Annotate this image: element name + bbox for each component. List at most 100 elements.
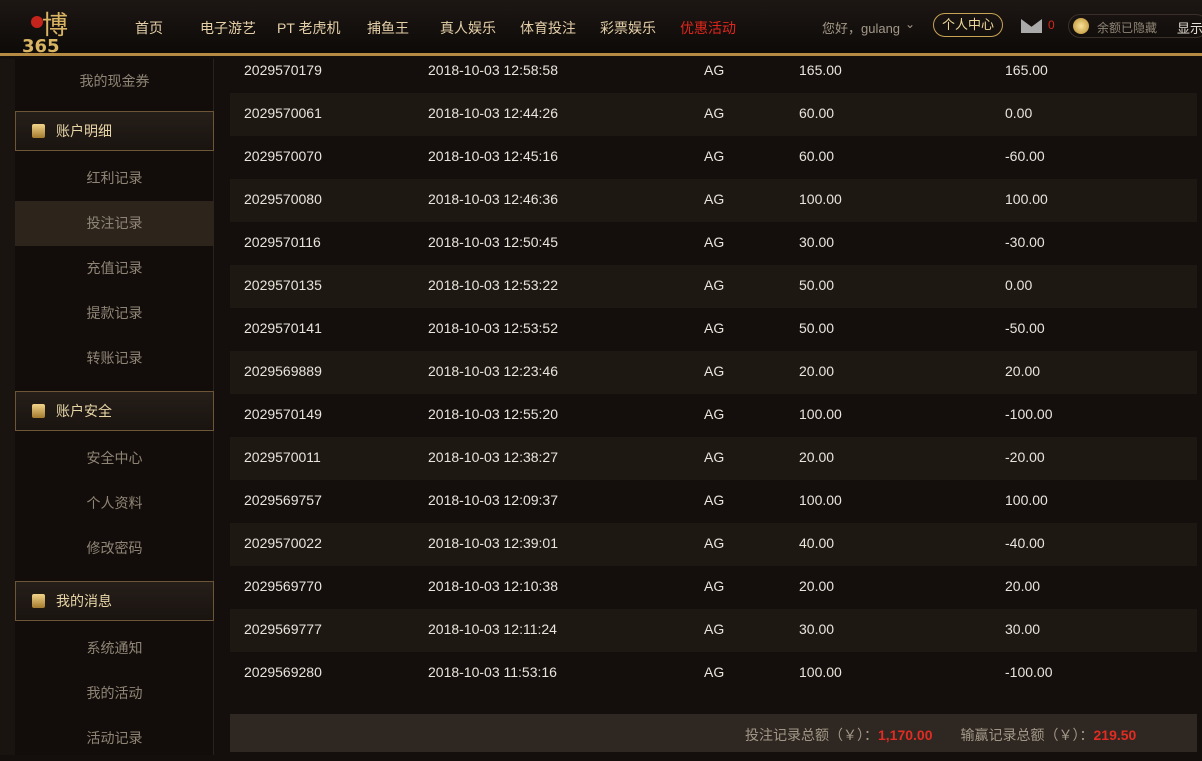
sidebar: 我的现金券账户明细红利记录 投注记录 充值记录 提款记录 转账记录账户安全安全中心 个人资… xyxy=(15,59,214,755)
cell: 50.00 xyxy=(799,277,835,293)
cell: 165.00 xyxy=(799,62,842,78)
table-row[interactable]: 2029570022 2018-10-03 12:39:01 AG 40.00 -40.… xyxy=(230,523,1197,566)
cell: AG xyxy=(704,320,725,336)
user-center-button[interactable]: 个人中心 xyxy=(933,13,1003,37)
show-balance-button[interactable]: 显示 xyxy=(1177,18,1202,37)
nav-item[interactable]: 真人娱乐 xyxy=(440,18,496,38)
sidebar-item[interactable]: 红利记录 xyxy=(15,156,214,201)
balance-box: 余额已隐藏 显示 xyxy=(1068,14,1202,38)
cell: 2029569770 xyxy=(244,578,322,594)
cell: -60.00 xyxy=(1005,148,1045,164)
cell: 2018-10-03 12:10:38 xyxy=(428,578,558,594)
mail-count: 0 xyxy=(1048,18,1055,32)
cell: 20.00 xyxy=(1005,363,1041,379)
table-row[interactable]: 2029570070 2018-10-03 12:45:16 AG 60.00 -60.… xyxy=(230,136,1197,179)
cell: 2018-10-03 12:53:52 xyxy=(428,320,558,336)
table-row[interactable]: 2029570135 2018-10-03 12:53:22 AG 50.00 0.00 xyxy=(230,265,1197,308)
sidebar-item[interactable]: 提款记录 xyxy=(15,291,214,336)
cell: 2029570149 xyxy=(244,406,322,422)
cell: 2029570116 xyxy=(244,234,321,250)
sidebar-item[interactable]: 系统通知 xyxy=(15,626,214,671)
chat-icon xyxy=(32,594,45,608)
coin-icon xyxy=(1073,18,1089,34)
cell: 2029570135 xyxy=(244,277,322,293)
cell: 30.00 xyxy=(799,621,835,637)
sidebar-item[interactable]: 个人资料 xyxy=(15,481,214,526)
table-row[interactable]: 2029570149 2018-10-03 12:55:20 AG 100.00 -10… xyxy=(230,394,1197,437)
greeting[interactable]: 您好，gulang xyxy=(822,18,900,37)
cell: 100.00 xyxy=(1005,191,1048,207)
cell: AG xyxy=(704,535,725,551)
nav-item[interactable]: 优惠活动 xyxy=(680,18,736,38)
top-bar: 博 365 首页 电子游艺 PT 老虎机 捕鱼王 真人娱乐 体育投注 彩票娱乐 优惠活动 您好，… xyxy=(0,0,1202,57)
table-row[interactable]: 2029570011 2018-10-03 12:38:27 AG 20.00 -20.… xyxy=(230,437,1197,480)
cell: 2029570061 xyxy=(244,105,322,121)
cell: 2018-10-03 12:38:27 xyxy=(428,449,558,465)
cell: -30.00 xyxy=(1005,234,1045,250)
table-row[interactable]: 2029570141 2018-10-03 12:53:52 AG 50.00 -50.… xyxy=(230,308,1197,351)
table-row[interactable]: 2029570061 2018-10-03 12:44:26 AG 60.00 0.00 xyxy=(230,93,1197,136)
table-row[interactable]: 2029569757 2018-10-03 12:09:37 AG 100.00 100… xyxy=(230,480,1197,523)
logo[interactable]: 博 365 xyxy=(20,6,102,57)
section-title: 我的消息 xyxy=(56,593,112,609)
nav-item[interactable]: PT 老虎机 xyxy=(277,18,341,38)
win-total-label: 输赢记录总额（￥）： xyxy=(960,727,1094,743)
sidebar-item[interactable]: 安全中心 xyxy=(15,436,214,481)
cell: 2029569777 xyxy=(244,621,322,637)
nav-item[interactable]: 首页 xyxy=(135,18,163,38)
nav-item[interactable]: 电子游艺 xyxy=(200,18,256,38)
cell: 100.00 xyxy=(799,406,842,422)
cell: 0.00 xyxy=(1005,277,1033,293)
sidebar-item[interactable]: 我的现金券 xyxy=(15,59,214,104)
bet-total: 1,170.00 xyxy=(878,727,933,743)
table-row[interactable]: 2029569889 2018-10-03 12:23:46 AG 20.00 20.0… xyxy=(230,351,1197,394)
cell: 165.00 xyxy=(1005,62,1048,78)
section-title: 账户安全 xyxy=(56,403,112,419)
cell: 2029570179 xyxy=(244,62,322,78)
sidebar-item[interactable]: 我的活动 xyxy=(15,671,214,716)
summary-bar: 投注记录总额（￥）：1,170.00 输赢记录总额（￥）：219.50 xyxy=(230,714,1197,752)
sidebar-item[interactable]: 转账记录 xyxy=(15,336,214,381)
sidebar-section-header[interactable]: 账户明细 xyxy=(15,111,214,151)
cell: 2029570070 xyxy=(244,148,322,164)
cell: 100.00 xyxy=(1005,492,1048,508)
sidebar-item[interactable]: 修改密码 xyxy=(15,526,214,571)
table-row[interactable]: 2029570179 2018-10-03 12:58:58 AG 165.00 165… xyxy=(230,50,1197,93)
cell: 2018-10-03 12:45:16 xyxy=(428,148,558,164)
sidebar-section-header[interactable]: 账户安全 xyxy=(15,391,214,431)
table-row[interactable]: 2029570116 2018-10-03 12:50:45 AG 30.00 -30.… xyxy=(230,222,1197,265)
table-row[interactable]: 2029569280 2018-10-03 11:53:16 AG 100.00 -10… xyxy=(230,652,1197,695)
nav-item[interactable]: 彩票娱乐 xyxy=(600,18,656,38)
cell: -20.00 xyxy=(1005,449,1045,465)
chevron-down-icon[interactable]: ⌄ xyxy=(905,17,915,31)
cell: 40.00 xyxy=(799,535,835,551)
cell: -100.00 xyxy=(1005,406,1053,422)
cell: AG xyxy=(704,578,725,594)
cell: 2029570080 xyxy=(244,191,322,207)
cell: AG xyxy=(704,62,725,78)
cell: AG xyxy=(704,277,725,293)
cell: 0.00 xyxy=(1005,105,1033,121)
cell: 100.00 xyxy=(799,191,842,207)
cell: 20.00 xyxy=(799,363,835,379)
section-title: 账户明细 xyxy=(56,123,112,139)
nav-item[interactable]: 捕鱼王 xyxy=(367,18,409,38)
nav-item[interactable]: 体育投注 xyxy=(520,18,576,38)
cell: AG xyxy=(704,492,725,508)
table-row[interactable]: 2029570080 2018-10-03 12:46:36 AG 100.00 100… xyxy=(230,179,1197,222)
cell: 2029569280 xyxy=(244,664,322,680)
cell: AG xyxy=(704,449,725,465)
table-row[interactable]: 2029569777 2018-10-03 12:11:24 AG 30.00 30.0… xyxy=(230,609,1197,652)
sidebar-section-header[interactable]: 我的消息 xyxy=(15,581,214,621)
sidebar-item[interactable]: 充值记录 xyxy=(15,246,214,291)
mail-icon[interactable] xyxy=(1021,19,1042,33)
cell: 2018-10-03 12:50:45 xyxy=(428,234,558,250)
sidebar-item[interactable]: 投注记录 xyxy=(15,201,214,246)
cell: 2018-10-03 12:58:58 xyxy=(428,62,558,78)
cell: AG xyxy=(704,363,725,379)
balance-hidden: 余额已隐藏 xyxy=(1097,21,1158,35)
cell: -40.00 xyxy=(1005,535,1045,551)
calculator-icon xyxy=(32,124,45,138)
sidebar-item[interactable]: 活动记录 xyxy=(15,716,214,761)
table-row[interactable]: 2029569770 2018-10-03 12:10:38 AG 20.00 20.0… xyxy=(230,566,1197,609)
